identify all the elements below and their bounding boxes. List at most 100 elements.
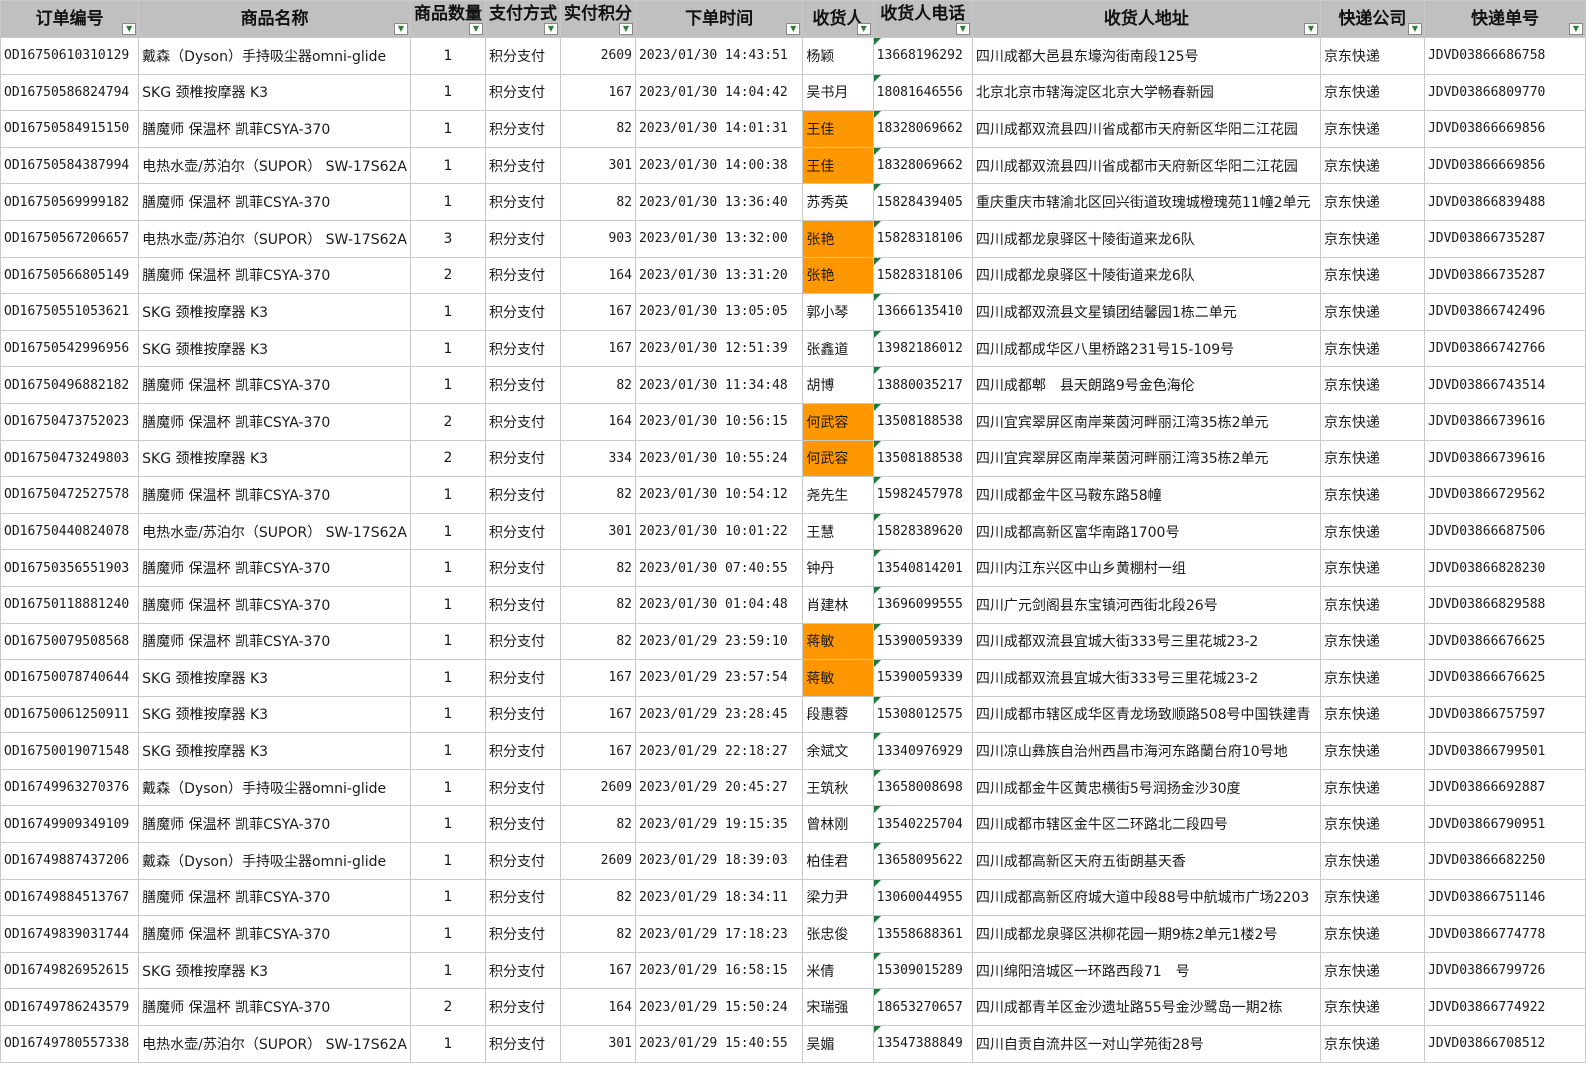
recipient-address-cell[interactable]: 四川成都金牛区黄忠横街5号润扬金沙30度	[971, 768, 1321, 807]
courier-cell[interactable]: 京东快递	[1319, 439, 1425, 478]
quantity-cell[interactable]: 1	[409, 695, 486, 734]
recipient-cell[interactable]: 曾林刚	[802, 805, 874, 844]
order-time-cell[interactable]: 2023/01/29 18:39:03	[634, 842, 804, 880]
recipient-cell[interactable]: 柏佳君	[802, 842, 874, 880]
dropdown-filter-icon[interactable]: ▼	[393, 23, 408, 35]
courier-cell[interactable]: 京东快递	[1319, 549, 1425, 587]
recipient-phone-cell[interactable]: 15828439405	[872, 183, 973, 221]
recipient-cell[interactable]: 胡博	[802, 366, 874, 404]
recipient-phone-cell[interactable]: 15390059339	[872, 622, 973, 661]
dropdown-filter-icon[interactable]: ▼	[786, 23, 801, 35]
tracking-number-cell[interactable]: JDVD03866828230	[1423, 549, 1586, 587]
recipient-phone-cell[interactable]: 13666135410	[872, 293, 973, 331]
courier-cell[interactable]: 京东快递	[1319, 659, 1425, 697]
product-name-cell[interactable]: 戴森（Dyson）手持吸尘器omni-glide	[138, 37, 411, 75]
product-name-cell[interactable]: 膳魔师 保温杯 凯菲CSYA-370	[138, 915, 411, 953]
dropdown-filter-icon[interactable]: ▼	[856, 23, 871, 35]
recipient-address-cell[interactable]: 四川宜宾翠屏区南岸莱茵河畔丽江湾35栋2单元	[971, 439, 1321, 478]
tracking-number-cell[interactable]: JDVD03866692887	[1423, 768, 1586, 807]
product-name-cell[interactable]: 膳魔师 保温杯 凯菲CSYA-370	[138, 878, 411, 917]
header-tracking-number[interactable]: 快递单号 ▼	[1423, 0, 1586, 38]
order-time-cell[interactable]: 2023/01/30 13:05:05	[634, 293, 804, 331]
payment-method-cell[interactable]: 积分支付	[484, 73, 561, 112]
product-name-cell[interactable]: SKG 颈椎按摩器 K3	[138, 293, 411, 331]
recipient-cell[interactable]: 王慧	[802, 512, 874, 551]
points-cell[interactable]: 164	[559, 988, 636, 1027]
order-id-cell[interactable]: OD16750440824078	[0, 512, 140, 551]
quantity-cell[interactable]: 2	[409, 402, 486, 441]
product-name-cell[interactable]: 膳魔师 保温杯 凯菲CSYA-370	[138, 366, 411, 404]
order-time-cell[interactable]: 2023/01/30 14:01:31	[634, 110, 804, 148]
product-name-cell[interactable]: 电热水壶/苏泊尔（SUPOR） SW-17S62A	[138, 219, 411, 258]
order-time-cell[interactable]: 2023/01/29 19:15:35	[634, 805, 804, 844]
quantity-cell[interactable]: 1	[409, 512, 486, 551]
courier-cell[interactable]: 京东快递	[1319, 622, 1425, 661]
order-time-cell[interactable]: 2023/01/30 10:56:15	[634, 402, 804, 441]
recipient-cell[interactable]: 张艳	[802, 219, 874, 258]
order-time-cell[interactable]: 2023/01/29 22:18:27	[634, 732, 804, 770]
payment-method-cell[interactable]: 积分支付	[484, 805, 561, 844]
dropdown-filter-icon[interactable]: ▼	[618, 23, 633, 35]
order-time-cell[interactable]: 2023/01/29 23:28:45	[634, 695, 804, 734]
quantity-cell[interactable]: 1	[409, 951, 486, 990]
tracking-number-cell[interactable]: JDVD03866743514	[1423, 366, 1586, 404]
recipient-address-cell[interactable]: 四川广元剑阁县东宝镇河西街北段26号	[971, 585, 1321, 624]
tracking-number-cell[interactable]: JDVD03866742496	[1423, 293, 1586, 331]
recipient-address-cell[interactable]: 四川成都双流县四川省成都市天府新区华阳二江花园	[971, 146, 1321, 185]
points-cell[interactable]: 2609	[559, 37, 636, 75]
recipient-cell[interactable]: 梁力尹	[802, 878, 874, 917]
recipient-phone-cell[interactable]: 15982457978	[872, 476, 973, 514]
recipient-phone-cell[interactable]: 15828318106	[872, 219, 973, 258]
recipient-address-cell[interactable]: 四川成都高新区富华南路1700号	[971, 512, 1321, 551]
header-order-id[interactable]: 订单编号 ▼	[0, 0, 140, 38]
recipient-cell[interactable]: 何武容	[802, 402, 874, 441]
recipient-cell[interactable]: 肖建林	[802, 585, 874, 624]
recipient-phone-cell[interactable]: 15308012575	[872, 695, 973, 734]
dropdown-filter-icon[interactable]: ▼	[955, 23, 970, 35]
courier-cell[interactable]: 京东快递	[1319, 915, 1425, 953]
points-cell[interactable]: 334	[559, 439, 636, 478]
product-name-cell[interactable]: SKG 颈椎按摩器 K3	[138, 329, 411, 368]
recipient-address-cell[interactable]: 四川成都郫 县天朗路9号金色海伦	[971, 366, 1321, 404]
recipient-address-cell[interactable]: 四川绵阳涪城区一环路西段71 号	[971, 951, 1321, 990]
order-time-cell[interactable]: 2023/01/29 16:58:15	[634, 951, 804, 990]
recipient-address-cell[interactable]: 四川成都青羊区金沙遗址路55号金沙鹭岛一期2栋	[971, 988, 1321, 1027]
order-id-cell[interactable]: OD16750079508568	[0, 622, 140, 661]
header-recipient[interactable]: 收货人 ▼	[802, 0, 874, 38]
quantity-cell[interactable]: 1	[409, 622, 486, 661]
recipient-phone-cell[interactable]: 13558688361	[872, 915, 973, 953]
tracking-number-cell[interactable]: JDVD03866799501	[1423, 732, 1586, 770]
order-id-cell[interactable]: OD16750610310129	[0, 37, 140, 75]
courier-cell[interactable]: 京东快递	[1319, 37, 1425, 75]
order-time-cell[interactable]: 2023/01/30 14:00:38	[634, 146, 804, 185]
product-name-cell[interactable]: 膳魔师 保温杯 凯菲CSYA-370	[138, 402, 411, 441]
product-name-cell[interactable]: 膳魔师 保温杯 凯菲CSYA-370	[138, 110, 411, 148]
points-cell[interactable]: 167	[559, 659, 636, 697]
courier-cell[interactable]: 京东快递	[1319, 219, 1425, 258]
points-cell[interactable]: 82	[559, 366, 636, 404]
points-cell[interactable]: 82	[559, 805, 636, 844]
header-recipient-phone[interactable]: 收货人电话 ▼	[872, 0, 973, 38]
tracking-number-cell[interactable]: JDVD03866799726	[1423, 951, 1586, 990]
product-name-cell[interactable]: SKG 颈椎按摩器 K3	[138, 695, 411, 734]
product-name-cell[interactable]: 膳魔师 保温杯 凯菲CSYA-370	[138, 476, 411, 514]
recipient-cell[interactable]: 王筑秋	[802, 768, 874, 807]
recipient-phone-cell[interactable]: 13658008698	[872, 768, 973, 807]
recipient-phone-cell[interactable]: 13508188538	[872, 402, 973, 441]
quantity-cell[interactable]: 1	[409, 110, 486, 148]
order-id-cell[interactable]: OD16750078740644	[0, 659, 140, 697]
recipient-address-cell[interactable]: 四川成都龙泉驿区十陵街道来龙6队	[971, 256, 1321, 295]
dropdown-filter-icon[interactable]: ▼	[1569, 23, 1583, 35]
order-id-cell[interactable]: OD16749963270376	[0, 768, 140, 807]
quantity-cell[interactable]: 1	[409, 842, 486, 880]
order-id-cell[interactable]: OD16750586824794	[0, 73, 140, 112]
tracking-number-cell[interactable]: JDVD03866735287	[1423, 256, 1586, 295]
dropdown-filter-icon[interactable]: ▼	[1407, 23, 1422, 35]
quantity-cell[interactable]: 2	[409, 256, 486, 295]
recipient-address-cell[interactable]: 四川成都成华区八里桥路231号15-109号	[971, 329, 1321, 368]
quantity-cell[interactable]: 1	[409, 768, 486, 807]
product-name-cell[interactable]: 电热水壶/苏泊尔（SUPOR） SW-17S62A	[138, 512, 411, 551]
recipient-cell[interactable]: 蒋敏	[802, 622, 874, 661]
payment-method-cell[interactable]: 积分支付	[484, 951, 561, 990]
points-cell[interactable]: 82	[559, 585, 636, 624]
